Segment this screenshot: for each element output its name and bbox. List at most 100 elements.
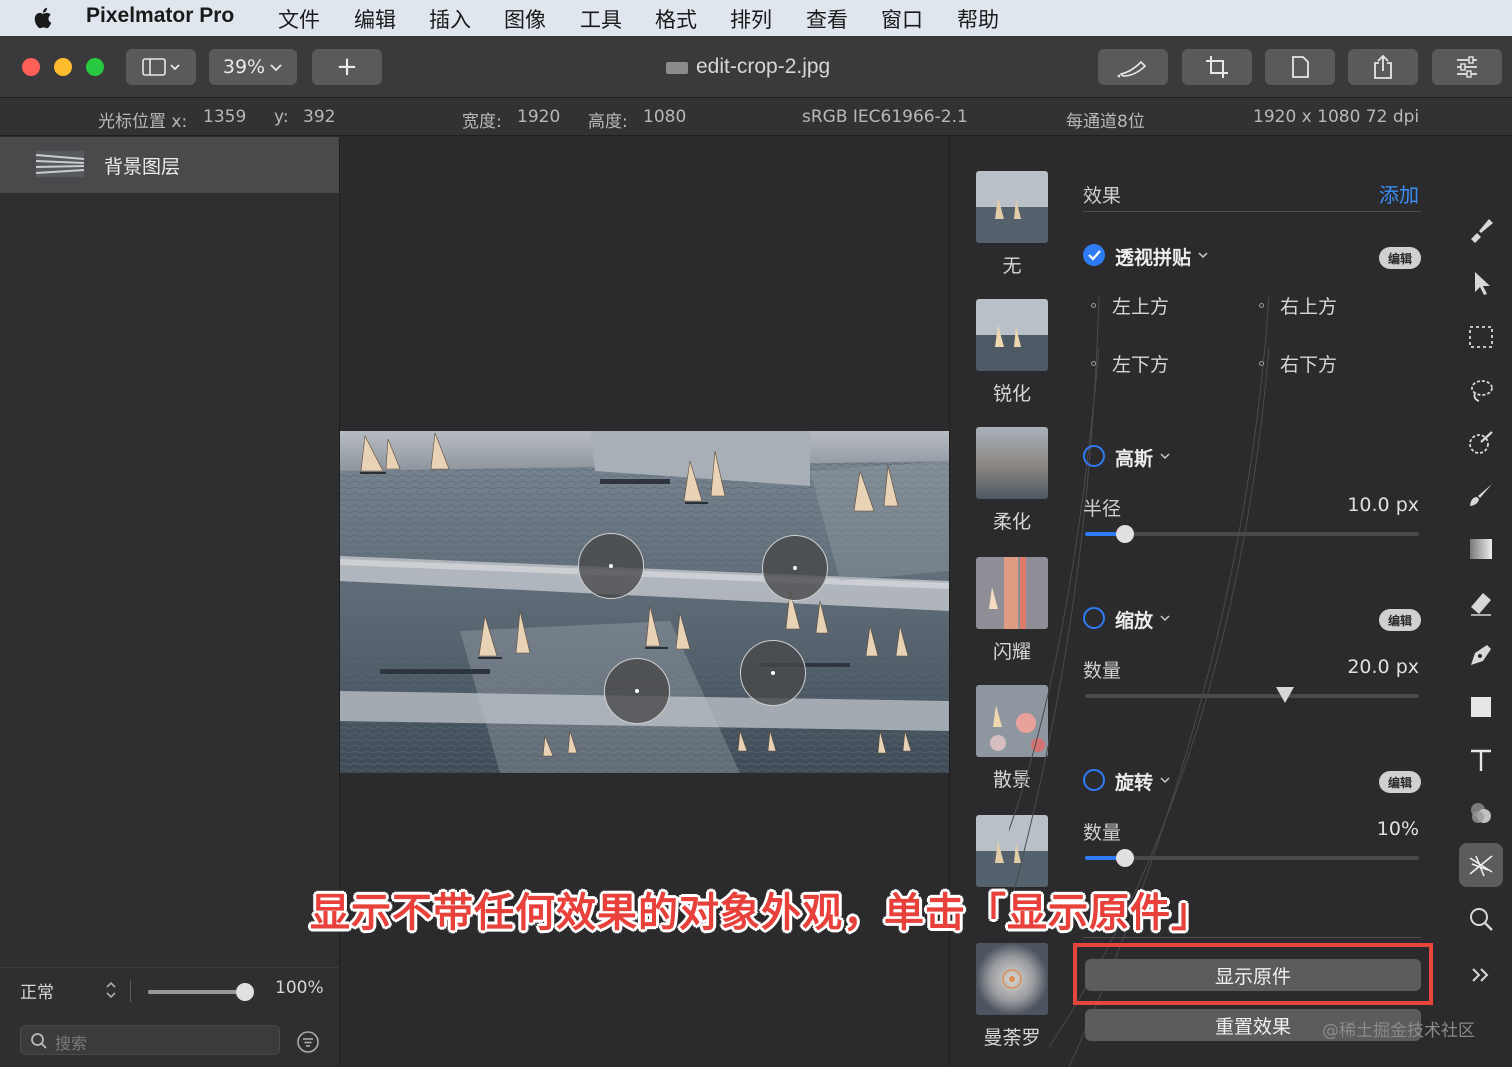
rect-select-icon xyxy=(1469,326,1493,348)
layer-name: 背景图层 xyxy=(104,156,181,178)
eraser-icon xyxy=(1471,593,1491,616)
style-brush-button[interactable] xyxy=(1098,49,1168,85)
effect-name-perspective[interactable]: 透视拼贴 xyxy=(1115,243,1191,270)
apple-logo-icon[interactable] xyxy=(32,5,56,31)
menu-file[interactable]: 文件 xyxy=(278,4,320,34)
style-tool[interactable] xyxy=(1459,207,1503,251)
arrange-tool[interactable] xyxy=(1459,261,1503,305)
menu-image[interactable]: 图像 xyxy=(504,4,546,34)
magic-select-icon xyxy=(1469,431,1493,454)
corner-bottom-right[interactable]: 右下方 xyxy=(1280,350,1337,377)
edit-zoom-button[interactable]: 编辑 xyxy=(1379,609,1421,631)
chevron-down-icon[interactable] xyxy=(1159,452,1171,460)
effects-tool[interactable] xyxy=(1459,843,1503,887)
tools-column xyxy=(1449,137,1512,1066)
effect-name-zoom[interactable]: 缩放 xyxy=(1115,606,1153,633)
crop-button[interactable] xyxy=(1182,49,1252,85)
chevron-down-icon xyxy=(270,64,282,72)
slider-knob[interactable] xyxy=(1116,525,1135,543)
menu-view[interactable]: 查看 xyxy=(806,4,848,34)
layer-row[interactable]: 背景图层 xyxy=(0,137,339,193)
preset-label: 无 xyxy=(1002,255,1022,277)
paint-tool[interactable] xyxy=(1459,473,1503,517)
slider-knob[interactable] xyxy=(1116,849,1135,867)
share-icon xyxy=(1374,54,1392,79)
gaussian-radius-value[interactable]: 10.0 px xyxy=(1347,494,1419,516)
adjustments-button[interactable] xyxy=(1432,49,1502,85)
perspective-handle-top-left[interactable] xyxy=(578,533,644,599)
sidebar-icon xyxy=(142,58,180,76)
perspective-enable-checkbox[interactable] xyxy=(1083,244,1105,266)
close-window-button[interactable] xyxy=(22,58,40,76)
zoom-enable-checkbox[interactable] xyxy=(1083,607,1105,629)
menu-arrange[interactable]: 排列 xyxy=(730,4,772,34)
effect-name-gaussian[interactable]: 高斯 xyxy=(1115,444,1153,471)
chevron-down-icon[interactable] xyxy=(1197,251,1209,259)
menu-help[interactable]: 帮助 xyxy=(957,4,999,34)
checkmark-icon xyxy=(1088,250,1101,261)
minimize-window-button[interactable] xyxy=(54,58,72,76)
more-tools-button[interactable] xyxy=(1459,953,1503,997)
corner-top-right[interactable]: 右上方 xyxy=(1280,292,1337,319)
zoom-amount-value[interactable]: 20.0 px xyxy=(1347,656,1419,678)
add-effect-button[interactable]: 添加 xyxy=(1379,179,1419,208)
blend-mode-select[interactable]: 正常 xyxy=(20,978,54,1003)
perspective-handle-top-right[interactable] xyxy=(762,535,828,601)
share-button[interactable] xyxy=(1348,49,1418,85)
corner-dot xyxy=(1091,361,1096,366)
erase-tool[interactable] xyxy=(1459,581,1503,625)
gradient-tool[interactable] xyxy=(1459,527,1503,571)
watermark: @稀土掘金技术社区 xyxy=(1322,1021,1475,1041)
menu-insert[interactable]: 插入 xyxy=(429,4,471,34)
gaussian-radius-slider[interactable] xyxy=(1085,525,1419,543)
menu-edit[interactable]: 编辑 xyxy=(354,4,396,34)
rotate-amount-value[interactable]: 10% xyxy=(1377,818,1419,840)
layer-search-input[interactable]: 搜索 xyxy=(20,1025,280,1055)
app-name-menu[interactable]: Pixelmator Pro xyxy=(86,4,234,28)
shape-tool[interactable] xyxy=(1459,685,1503,729)
edit-perspective-button[interactable]: 编辑 xyxy=(1379,247,1421,269)
zoom-amount-slider[interactable] xyxy=(1085,687,1419,703)
edit-rotate-button[interactable]: 编辑 xyxy=(1379,771,1421,793)
zoom-window-button[interactable] xyxy=(86,58,104,76)
chevron-down-icon[interactable] xyxy=(1159,614,1171,622)
corner-dot xyxy=(1259,361,1264,366)
gaussian-enable-checkbox[interactable] xyxy=(1083,445,1105,467)
menu-tools[interactable]: 工具 xyxy=(580,4,622,34)
add-button[interactable]: + xyxy=(312,49,382,85)
format-button[interactable] xyxy=(1265,49,1335,85)
up-down-chevron-icon[interactable] xyxy=(104,979,118,1001)
divider xyxy=(1083,211,1421,212)
menu-window[interactable]: 窗口 xyxy=(881,4,923,34)
quick-select-tool[interactable] xyxy=(1459,421,1503,465)
zoom-amount-label: 数量 xyxy=(1083,660,1122,682)
type-tool[interactable] xyxy=(1459,739,1503,783)
document-title[interactable]: edit-crop-2.jpg xyxy=(696,55,830,79)
sailboats-thumb-icon xyxy=(976,171,1048,243)
layer-thumbnail-icon xyxy=(36,151,84,177)
tutorial-caption: 显示不带任何效果的对象外观，单击「显示原件」 xyxy=(310,890,1212,936)
effect-name-rotate[interactable]: 旋转 xyxy=(1115,768,1153,795)
opacity-value: 100% xyxy=(275,978,324,998)
opacity-slider-knob[interactable] xyxy=(236,983,254,1001)
perspective-handle-bottom-left[interactable] xyxy=(604,658,670,724)
rotate-enable-checkbox[interactable] xyxy=(1083,769,1105,791)
zoom-dropdown[interactable]: 39% xyxy=(209,49,297,85)
sidebar-toggle-button[interactable] xyxy=(126,49,196,85)
pen-tool[interactable] xyxy=(1459,633,1503,677)
slider-knob[interactable] xyxy=(1276,687,1295,703)
rotate-amount-slider[interactable] xyxy=(1085,849,1419,867)
corner-top-left[interactable]: 左上方 xyxy=(1112,292,1169,319)
opacity-slider[interactable] xyxy=(148,983,254,1001)
rect-select-tool[interactable] xyxy=(1459,315,1503,359)
color-adjust-tool[interactable] xyxy=(1459,791,1503,835)
zoom-tool[interactable] xyxy=(1459,897,1503,941)
filter-icon[interactable] xyxy=(296,1030,320,1054)
highlight-annotation xyxy=(1073,943,1433,1005)
perspective-handle-bottom-right[interactable] xyxy=(740,640,806,706)
window-toolbar: 39% + edit-crop-2.jpg xyxy=(0,36,1512,98)
chevron-down-icon[interactable] xyxy=(1159,776,1171,784)
lasso-tool[interactable] xyxy=(1459,369,1503,413)
corner-bottom-left[interactable]: 左下方 xyxy=(1112,350,1169,377)
menu-format[interactable]: 格式 xyxy=(655,4,697,34)
